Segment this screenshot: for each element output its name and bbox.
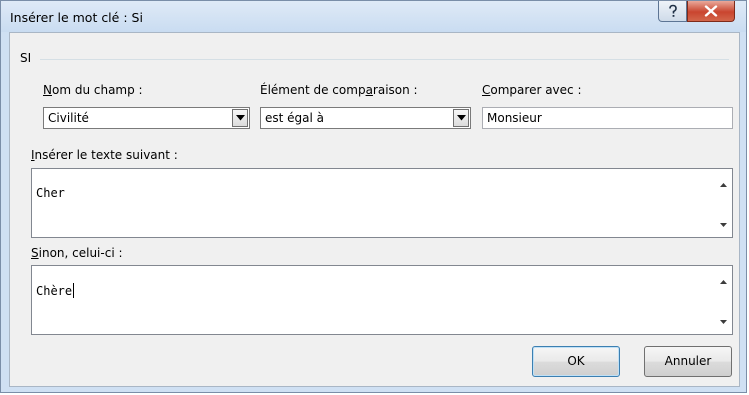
scroll-down-icon[interactable] (720, 320, 727, 324)
otherwise-text-scrollbar[interactable] (715, 266, 732, 334)
field-name-dropdown-button[interactable] (232, 109, 248, 127)
insert-text-value: Cher (36, 186, 65, 200)
scroll-up-icon[interactable] (720, 280, 727, 284)
group-divider (40, 59, 729, 60)
compare-with-value: Monsieur (487, 111, 542, 125)
window-title: Insérer le mot clé : Si (10, 10, 143, 25)
close-button[interactable] (687, 1, 735, 22)
help-button[interactable] (658, 1, 687, 22)
comparison-label: Élément de comparaison : (260, 83, 418, 97)
scroll-down-icon[interactable] (720, 223, 727, 227)
scroll-up-icon[interactable] (720, 183, 727, 187)
compare-with-label: Comparer avec : (482, 83, 582, 97)
comparison-dropdown-button[interactable] (453, 109, 469, 127)
field-name-label: Nom du champ : (43, 83, 143, 97)
comparison-combo[interactable]: est égal à (260, 107, 471, 129)
compare-with-input[interactable]: Monsieur (482, 107, 733, 129)
field-name-value: Civilité (48, 111, 89, 125)
comparison-value: est égal à (265, 111, 325, 125)
group-label: SI (20, 51, 32, 65)
chevron-down-icon (236, 115, 245, 121)
insert-text-scrollbar[interactable] (715, 169, 732, 237)
text-caret (73, 283, 75, 298)
title-bar[interactable]: Insérer le mot clé : Si (1, 1, 746, 32)
dialog-body: SI Nom du champ : Civilité Élément de co… (9, 32, 740, 387)
otherwise-text-value: Chère (36, 284, 73, 298)
insert-text-label: Insérer le texte suivant : (31, 148, 178, 162)
close-icon (704, 5, 718, 17)
ok-button[interactable]: OK (532, 346, 620, 377)
otherwise-text-area[interactable]: Chère (31, 265, 733, 335)
field-name-combo[interactable]: Civilité (43, 107, 250, 129)
otherwise-text-value-wrap: Chère (36, 283, 75, 298)
dialog-window: Insérer le mot clé : Si SI Nom du champ … (0, 0, 747, 393)
cancel-button[interactable]: Annuler (644, 346, 732, 377)
chevron-down-icon (457, 115, 466, 121)
insert-text-area[interactable]: Cher (31, 168, 733, 238)
help-icon (668, 4, 677, 17)
otherwise-text-label: Sinon, celui-ci : (31, 246, 123, 260)
